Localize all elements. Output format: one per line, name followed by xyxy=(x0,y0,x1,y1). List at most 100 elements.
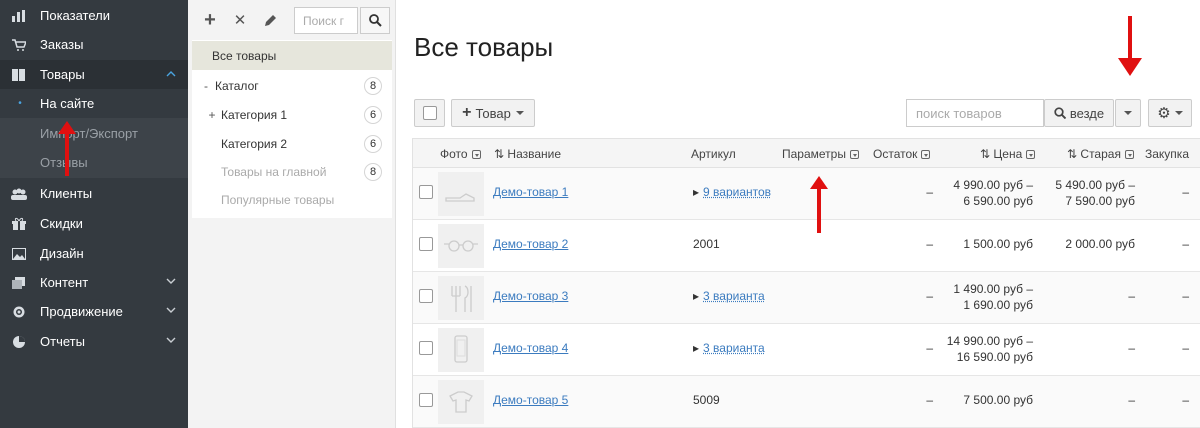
variants-toggle[interactable]: ▸ 9 вариантов xyxy=(693,185,771,199)
category-count-badge: 8 xyxy=(364,163,382,181)
product-name-link[interactable]: Демо-товар 2 xyxy=(493,237,568,251)
main-content: Все товары + Товар поиск товаров везде ⚙… xyxy=(398,0,1200,428)
category-row[interactable]: Категория 2 6 xyxy=(192,129,392,158)
category-row-all[interactable]: Все товары xyxy=(192,41,392,70)
sidebar-item-design[interactable]: Дизайн xyxy=(0,239,188,268)
sidebar-item-orders[interactable]: Заказы xyxy=(0,30,188,59)
column-sku[interactable]: Артикул xyxy=(691,147,736,161)
product-name-link[interactable]: Демо-товар 5 xyxy=(493,393,568,407)
gear-icon: ⚙ xyxy=(1157,104,1170,122)
table-row[interactable]: Демо-товар 1 ▸ 9 вариантов – 4 990.00 руб… xyxy=(413,168,1200,220)
column-stock[interactable]: Остаток xyxy=(873,147,930,161)
product-thumbnail[interactable] xyxy=(438,328,484,372)
sidebar-subitem-import-export[interactable]: Импорт/Экспорт xyxy=(0,119,188,148)
column-old-price[interactable]: ⇅ Старая xyxy=(1067,147,1134,161)
category-search-button[interactable] xyxy=(360,7,390,34)
chevron-up-icon[interactable] xyxy=(166,69,188,80)
old-price-to: 7 590.00 руб xyxy=(1043,194,1135,208)
target-icon xyxy=(10,305,28,319)
old-price-value: 2 000.00 руб xyxy=(1043,237,1135,251)
sidebar-item-reports[interactable]: Отчеты xyxy=(0,327,188,356)
category-search-input[interactable]: Поиск г xyxy=(294,7,358,34)
category-row[interactable]: - Каталог 8 xyxy=(192,71,392,100)
old-price-value: – xyxy=(1043,393,1135,407)
sidebar-item-promotion[interactable]: Продвижение xyxy=(0,297,188,326)
caret-down-icon xyxy=(1175,111,1183,115)
category-row[interactable]: Популярные товары xyxy=(192,185,392,214)
product-name-link[interactable]: Демо-товар 1 xyxy=(493,185,568,199)
sidebar-item-products[interactable]: Товары xyxy=(0,60,188,89)
sidebar-subitem-reviews[interactable]: Отзывы xyxy=(0,148,188,177)
product-thumbnail[interactable] xyxy=(438,380,484,424)
caret-down-icon xyxy=(1124,111,1132,115)
price-value: 7 500.00 руб xyxy=(943,393,1033,407)
column-params[interactable]: Параметры xyxy=(782,147,859,161)
price-to: 16 590.00 руб xyxy=(933,350,1033,364)
table-header: Фото ⇅ Название Артикул Параметры Остато… xyxy=(413,138,1200,168)
collapse-icon[interactable]: - xyxy=(201,79,211,93)
sidebar-item-customers[interactable]: Клиенты xyxy=(0,179,188,208)
search-scope-dropdown[interactable] xyxy=(1115,99,1141,127)
table-row[interactable]: Демо-товар 3 ▸ 3 варианта – 1 490.00 руб … xyxy=(413,272,1200,324)
column-price[interactable]: ⇅ Цена xyxy=(980,147,1035,161)
sidebar-item-dashboard[interactable]: Показатели xyxy=(0,1,188,30)
product-name-link[interactable]: Демо-товар 3 xyxy=(493,289,568,303)
price-to: 6 590.00 руб xyxy=(943,194,1033,208)
book-icon xyxy=(10,68,28,82)
filter-icon[interactable] xyxy=(850,150,859,159)
select-all-button[interactable] xyxy=(414,99,445,127)
row-checkbox[interactable] xyxy=(419,289,433,303)
variants-toggle[interactable]: ▸ 3 варианта xyxy=(693,289,765,303)
product-name-link[interactable]: Демо-товар 4 xyxy=(493,341,568,355)
search-scope-button[interactable]: везде xyxy=(1044,99,1114,127)
chevron-down-icon[interactable] xyxy=(166,336,188,347)
chevron-down-icon[interactable] xyxy=(166,306,188,317)
table-row[interactable]: Демо-товар 4 ▸ 3 варианта – 14 990.00 руб… xyxy=(413,324,1200,376)
column-purchase[interactable]: Закупка xyxy=(1145,147,1189,161)
add-product-button[interactable]: + Товар xyxy=(451,99,535,127)
add-category-button[interactable]: + xyxy=(195,5,225,35)
column-name[interactable]: ⇅ Название xyxy=(494,147,561,161)
plus-icon: + xyxy=(462,104,471,122)
sort-icon[interactable]: ⇅ xyxy=(980,147,990,161)
filter-icon[interactable] xyxy=(1026,150,1035,159)
product-search-input[interactable]: поиск товаров xyxy=(906,99,1044,127)
category-label: Каталог xyxy=(215,79,259,93)
product-thumbnail[interactable] xyxy=(438,224,484,268)
sidebar-subitem-on-site[interactable]: • На сайте xyxy=(0,89,188,118)
row-checkbox[interactable] xyxy=(419,237,433,251)
sidebar-item-content[interactable]: Контент xyxy=(0,268,188,297)
filter-icon[interactable] xyxy=(472,150,481,159)
tshirt-icon xyxy=(438,380,484,424)
select-all-checkbox[interactable] xyxy=(423,106,437,120)
category-list: Все товары - Каталог 8 + Категория 1 6 К… xyxy=(192,40,392,218)
old-price-value: – xyxy=(1043,341,1135,355)
column-photo[interactable]: Фото xyxy=(440,147,481,161)
delete-category-button[interactable]: ✕ xyxy=(225,5,255,35)
table-row[interactable]: Демо-товар 2 2001 – 1 500.00 руб 2 000.0… xyxy=(413,220,1200,272)
edit-category-button[interactable] xyxy=(255,5,285,35)
row-checkbox[interactable] xyxy=(419,393,433,407)
sidebar-item-discounts[interactable]: Скидки xyxy=(0,209,188,238)
category-row[interactable]: Товары на главной 8 xyxy=(192,157,392,186)
category-row[interactable]: + Категория 1 6 xyxy=(192,100,392,129)
product-thumbnail[interactable] xyxy=(438,276,484,320)
category-count-badge: 6 xyxy=(364,135,382,153)
table-row[interactable]: Демо-товар 5 5009 – 7 500.00 руб – – xyxy=(413,376,1200,428)
sort-icon[interactable]: ⇅ xyxy=(494,147,504,161)
product-thumbnail[interactable] xyxy=(438,172,484,216)
settings-button[interactable]: ⚙ xyxy=(1148,99,1192,127)
row-checkbox[interactable] xyxy=(419,341,433,355)
filter-icon[interactable] xyxy=(1125,150,1134,159)
page-title: Все товары xyxy=(414,32,553,63)
row-checkbox[interactable] xyxy=(419,185,433,199)
filter-icon[interactable] xyxy=(921,150,930,159)
purchase-value: – xyxy=(1169,237,1189,251)
close-icon: ✕ xyxy=(234,11,247,29)
expand-icon[interactable]: + xyxy=(207,108,217,122)
sidebar-item-label: Отчеты xyxy=(40,334,166,349)
sort-icon[interactable]: ⇅ xyxy=(1067,147,1077,161)
chevron-down-icon[interactable] xyxy=(166,277,188,288)
pages-icon xyxy=(10,276,28,290)
variants-toggle[interactable]: ▸ 3 варианта xyxy=(693,341,765,355)
